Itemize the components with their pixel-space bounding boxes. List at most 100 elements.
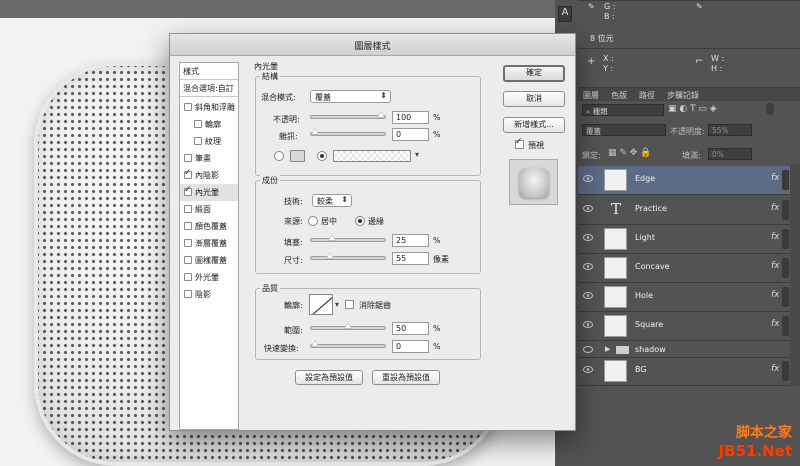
source-edge-radio[interactable] — [355, 216, 365, 226]
source-center-radio[interactable] — [308, 216, 318, 226]
glow-color-swatch[interactable] — [290, 150, 305, 162]
opacity-slider[interactable] — [310, 111, 386, 119]
opacity-slider-knob[interactable] — [377, 111, 385, 118]
choke-slider-knob[interactable] — [327, 234, 336, 241]
noise-slider-knob[interactable] — [311, 128, 319, 135]
expand-arrow-icon[interactable]: ▶ — [605, 345, 610, 353]
effects-toggle[interactable] — [782, 258, 789, 278]
eye-icon[interactable] — [583, 234, 593, 241]
fill-field[interactable]: 0% — [708, 148, 752, 160]
fx-icon[interactable]: fx — [771, 364, 780, 374]
effects-toggle[interactable] — [782, 316, 789, 336]
style-item-checkbox[interactable] — [184, 222, 192, 230]
style-item[interactable]: 緞面 — [180, 201, 238, 218]
style-item-checkbox[interactable] — [184, 185, 192, 196]
choke-slider[interactable] — [310, 234, 386, 242]
fx-icon[interactable]: fx — [771, 261, 780, 271]
opacity-input[interactable]: 100 — [392, 111, 429, 124]
eye-icon[interactable] — [583, 205, 593, 212]
eye-icon[interactable] — [583, 292, 593, 299]
filter-icons[interactable]: ▣ ◐ T ▭ ◈ — [668, 104, 717, 114]
fx-icon[interactable]: fx — [771, 290, 780, 300]
noise-slider[interactable] — [310, 128, 386, 136]
fx-icon[interactable]: fx — [771, 203, 780, 213]
choke-input[interactable]: 25 — [392, 234, 429, 247]
blend-mode-select[interactable]: 覆蓋 — [582, 124, 666, 136]
layer-group-row[interactable]: ▶ shadow — [578, 342, 790, 358]
size-slider-knob[interactable] — [325, 252, 334, 259]
new-style-button[interactable]: 新增樣式... — [503, 117, 565, 133]
style-item-checkbox[interactable] — [184, 103, 192, 111]
style-item[interactable]: 漸層覆蓋 — [180, 235, 238, 252]
make-default-button[interactable]: 設定為預設值 — [295, 370, 363, 385]
style-item[interactable]: 筆畫 — [180, 150, 238, 167]
glow-gradient-radio[interactable] — [317, 151, 327, 161]
size-slider[interactable] — [310, 252, 386, 260]
style-item-checkbox[interactable] — [184, 205, 192, 213]
blend-mode-dropdown[interactable]: 覆蓋 — [310, 90, 391, 103]
style-item-blending-options[interactable]: 混合選項:自訂 — [180, 80, 238, 97]
layer-row[interactable]: T Practice fx — [578, 196, 790, 225]
character-panel-icon[interactable]: A — [558, 6, 572, 22]
style-item[interactable]: 陰影 — [180, 286, 238, 303]
effects-toggle[interactable] — [782, 229, 789, 249]
style-item[interactable]: 輪廓 — [180, 116, 238, 133]
style-item-checkbox[interactable] — [184, 154, 192, 162]
eye-icon[interactable] — [583, 366, 593, 373]
antialias-checkbox[interactable] — [345, 300, 354, 309]
eye-icon[interactable] — [583, 321, 593, 328]
layer-row[interactable]: Square fx — [578, 312, 790, 341]
tab-channels[interactable]: 色版 — [611, 90, 627, 101]
tab-paths[interactable]: 路徑 — [639, 90, 655, 101]
jitter-input[interactable]: 0 — [392, 340, 429, 353]
glow-color-radio[interactable] — [274, 151, 284, 161]
opacity-field[interactable]: 55% — [708, 124, 752, 136]
cancel-button[interactable]: 取消 — [503, 91, 565, 107]
style-item[interactable]: 圖樣覆蓋 — [180, 252, 238, 269]
layer-filter-select[interactable]: ⌕ 種類 — [582, 104, 664, 116]
jitter-slider-knob[interactable] — [311, 340, 319, 347]
style-item-checkbox[interactable] — [184, 256, 192, 264]
tab-history[interactable]: 步驟記錄 — [667, 90, 699, 101]
reset-default-button[interactable]: 重設為預設值 — [372, 370, 440, 385]
effects-toggle[interactable] — [782, 287, 789, 307]
filter-toggle-switch[interactable] — [766, 103, 774, 115]
style-item[interactable]: 外光暈 — [180, 269, 238, 286]
contour-dropdown-icon[interactable]: ▾ — [335, 300, 339, 309]
layer-row[interactable]: Hole fx — [578, 283, 790, 312]
style-item-checkbox[interactable] — [194, 137, 202, 145]
style-item[interactable]: 斜角和浮雕 — [180, 99, 238, 116]
tab-layers[interactable]: 圖層 — [583, 90, 599, 101]
dialog-titlebar[interactable]: 圖層樣式 — [170, 34, 575, 56]
ok-button[interactable]: 確定 — [503, 65, 565, 82]
range-slider[interactable] — [310, 322, 386, 330]
style-item-checkbox[interactable] — [184, 273, 192, 281]
layer-row[interactable]: BG fx — [578, 357, 790, 386]
layers-scrollbar[interactable] — [790, 164, 800, 386]
fx-icon[interactable]: fx — [771, 232, 780, 242]
effects-toggle[interactable] — [782, 170, 789, 190]
fx-icon[interactable]: fx — [771, 319, 780, 329]
technique-dropdown[interactable]: 較柔 — [312, 194, 352, 207]
preview-checkbox[interactable] — [515, 137, 524, 149]
style-item[interactable]: 紋理 — [180, 133, 238, 150]
style-item[interactable]: 內光暈 — [180, 184, 238, 201]
noise-input[interactable]: 0 — [392, 128, 429, 141]
layer-row[interactable]: Concave fx — [578, 254, 790, 283]
lock-icons[interactable]: ▦ ✎ ✥ 🔒 — [608, 148, 651, 158]
glow-gradient-picker[interactable] — [333, 150, 419, 162]
effects-toggle[interactable] — [782, 200, 789, 220]
contour-picker[interactable] — [309, 294, 333, 315]
jitter-slider[interactable] — [310, 340, 386, 348]
layer-row[interactable]: Light fx — [578, 225, 790, 254]
effects-toggle[interactable] — [782, 361, 789, 381]
eye-icon[interactable] — [583, 263, 593, 270]
eye-icon[interactable] — [583, 175, 593, 182]
fx-icon[interactable]: fx — [771, 173, 780, 183]
style-item[interactable]: 顏色覆蓋 — [180, 218, 238, 235]
eye-icon[interactable] — [583, 346, 593, 353]
range-slider-knob[interactable] — [344, 322, 352, 329]
style-item-checkbox[interactable] — [184, 168, 192, 179]
style-item-checkbox[interactable] — [184, 290, 192, 298]
size-input[interactable]: 55 — [392, 252, 429, 265]
